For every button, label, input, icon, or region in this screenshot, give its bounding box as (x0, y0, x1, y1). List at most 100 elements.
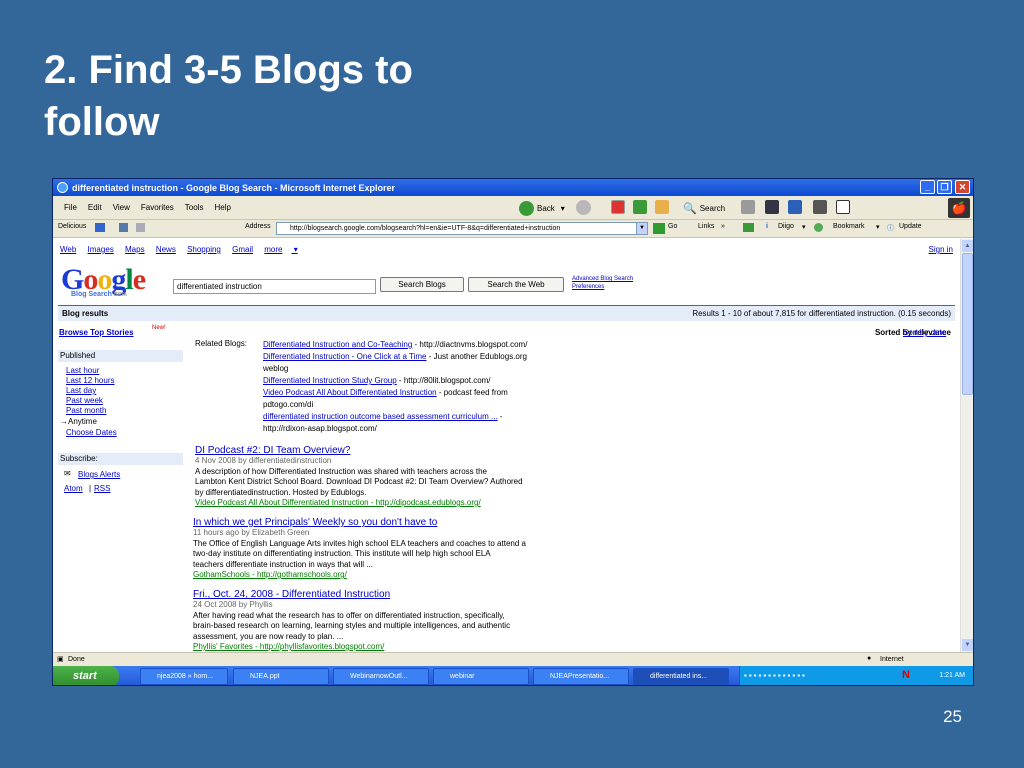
restore-icon[interactable]: ❐ (937, 180, 952, 194)
home-icon[interactable] (655, 200, 669, 214)
link-web[interactable]: Web (60, 245, 76, 254)
result-source-link[interactable]: Phyllis' Favorites - http://phyllisfavor… (193, 642, 510, 652)
close-icon[interactable]: ✕ (955, 180, 970, 194)
browse-top-stories-link[interactable]: Browse Top Stories (59, 328, 134, 337)
result-item: Fri., Oct. 24, 2008 - Differentiated Ins… (193, 589, 510, 652)
print-icon[interactable] (741, 200, 755, 214)
tag-icon[interactable] (813, 200, 827, 214)
taskbar-item[interactable]: WebinarnowOutl... (333, 668, 429, 685)
menu-file[interactable]: File (64, 203, 77, 212)
diigo-icon[interactable] (743, 223, 754, 232)
blogs-alerts-link[interactable]: Blogs Alerts (78, 470, 120, 479)
go-arrow-icon[interactable] (653, 223, 665, 234)
taskbar-item[interactable]: NJEAPresentatio... (533, 668, 629, 685)
filter-last-day[interactable]: Last day (66, 386, 96, 395)
result-source-link[interactable]: GothamSchools - http://gothamschools.org… (193, 570, 526, 581)
choose-dates-link[interactable]: Choose Dates (66, 428, 117, 437)
result-title[interactable]: Fri., Oct. 24, 2008 - Differentiated Ins… (193, 589, 510, 600)
rss-link[interactable]: RSS (94, 484, 110, 493)
related-blog-1[interactable]: Differentiated Instruction and Co-Teachi… (263, 339, 527, 351)
back-button[interactable]: Back ▾ (519, 200, 565, 216)
preferences-link[interactable]: Preferences (572, 283, 633, 291)
search-button[interactable]: 🔍 Search (683, 200, 725, 216)
result-title[interactable]: DI Podcast #2: DI Team Overview? (195, 445, 523, 456)
refresh-icon[interactable] (633, 200, 647, 214)
result-snippet-line: assessment, you are now ready to plan. .… (193, 631, 344, 641)
minimize-icon[interactable]: _ (920, 180, 935, 194)
address-input[interactable]: http://blogsearch.google.com/blogsearch?… (276, 222, 648, 235)
related-blog-2[interactable]: Differentiated Instruction - One Click a… (263, 351, 527, 363)
search-blogs-button[interactable]: Search Blogs (380, 277, 464, 292)
filter-last-12-hours[interactable]: Last 12 hours (66, 376, 114, 385)
menu-edit[interactable]: Edit (88, 203, 102, 212)
window-icon[interactable] (788, 200, 802, 214)
slide-number: 25 (943, 707, 962, 726)
tag-icon-2[interactable] (119, 223, 128, 232)
result-source-link[interactable]: Video Podcast All About Differentiated I… (195, 498, 523, 509)
menu-tools[interactable]: Tools (185, 203, 204, 212)
zone-text: Internet (880, 656, 904, 663)
diigo-button[interactable]: Diigo (778, 223, 794, 230)
sort-by-date-link[interactable]: Sort by date (903, 328, 946, 337)
link-shopping[interactable]: Shopping (187, 245, 221, 254)
chevron-icon[interactable]: » (721, 223, 725, 230)
result-title[interactable]: In which we get Principals' Weekly so yo… (193, 517, 526, 528)
chevron-down-icon[interactable]: ▾ (802, 223, 806, 231)
address-dropdown[interactable]: ▼ (636, 222, 648, 235)
tray-icons[interactable]: ▪▪▪▪▪▪▪▪▪▪▪▪▪ (744, 671, 807, 680)
page-icon[interactable] (765, 200, 779, 214)
bookmark-icon[interactable] (836, 200, 850, 214)
related-blog-4[interactable]: Video Podcast All About Differentiated I… (263, 387, 527, 399)
stop-icon[interactable] (611, 200, 625, 214)
start-button[interactable]: start (53, 666, 119, 685)
taskbar-item[interactable]: webinar (433, 668, 529, 685)
system-tray: ▪▪▪▪▪▪▪▪▪▪▪▪▪ N 1:21 AM (739, 666, 973, 685)
link-news[interactable]: News (156, 245, 176, 254)
scroll-thumb[interactable] (962, 253, 973, 395)
taskbar-item-active[interactable]: differentiated ins... (633, 668, 729, 685)
advanced-blog-search-link[interactable]: Advanced Blog Search (572, 275, 633, 283)
vertical-scrollbar[interactable]: ▲ ▼ (960, 239, 973, 652)
google-top-links: Web Images Maps News Shopping Gmail more… (60, 245, 307, 254)
scroll-down-icon[interactable]: ▼ (962, 639, 973, 651)
taskbar-item[interactable]: njea2008 » hom... (140, 668, 228, 685)
link-more[interactable]: more ▾ (264, 245, 297, 254)
links-label[interactable]: Links (698, 223, 714, 230)
atom-link[interactable]: Atom (64, 484, 83, 493)
related-blog-5[interactable]: differentiated instruction outcome based… (263, 411, 527, 423)
menu-favorites[interactable]: Favorites (141, 203, 174, 212)
sign-in-link[interactable]: Sign in (929, 245, 953, 254)
info-icon: i (766, 223, 768, 230)
feed-separator: | (89, 484, 92, 493)
go-button[interactable]: Go (668, 223, 677, 230)
delicious-icon[interactable] (95, 223, 105, 232)
search-web-button[interactable]: Search the Web (468, 277, 564, 292)
internet-globe-icon: ● (867, 655, 872, 662)
address-label: Address (245, 223, 271, 230)
netscape-icon[interactable]: N (902, 669, 910, 681)
update-button[interactable]: Update (899, 223, 922, 230)
forward-icon[interactable] (576, 200, 591, 215)
chevron-down-icon-2[interactable]: ▾ (876, 223, 880, 231)
result-meta: 24 Oct 2008 by Phyllis (193, 600, 273, 609)
taskbar-item[interactable]: NJEA.ppt (233, 668, 329, 685)
bookmark-button[interactable]: Bookmark (833, 223, 865, 230)
link-gmail[interactable]: Gmail (232, 245, 253, 254)
related-blog-3[interactable]: Differentiated Instruction Study Group -… (263, 375, 527, 387)
link-maps[interactable]: Maps (125, 245, 145, 254)
result-meta: 11 hours ago by Elizabeth Green (193, 528, 310, 537)
filter-last-hour[interactable]: Last hour (66, 366, 99, 375)
link-images[interactable]: Images (88, 245, 114, 254)
mail-icon[interactable] (136, 223, 145, 232)
search-input[interactable]: differentiated instruction (173, 279, 376, 294)
status-text: Done (68, 656, 85, 663)
new-badge: New! (152, 325, 166, 331)
browser-window: differentiated instruction - Google Blog… (52, 178, 974, 686)
filter-anytime[interactable]: →Anytime (60, 417, 97, 426)
filter-past-month[interactable]: Past month (66, 406, 106, 415)
scroll-up-icon[interactable]: ▲ (962, 240, 973, 252)
menu-help[interactable]: Help (214, 203, 230, 212)
delicious-label[interactable]: Delicious (58, 223, 86, 230)
filter-past-week[interactable]: Past week (66, 396, 103, 405)
menu-view[interactable]: View (113, 203, 130, 212)
